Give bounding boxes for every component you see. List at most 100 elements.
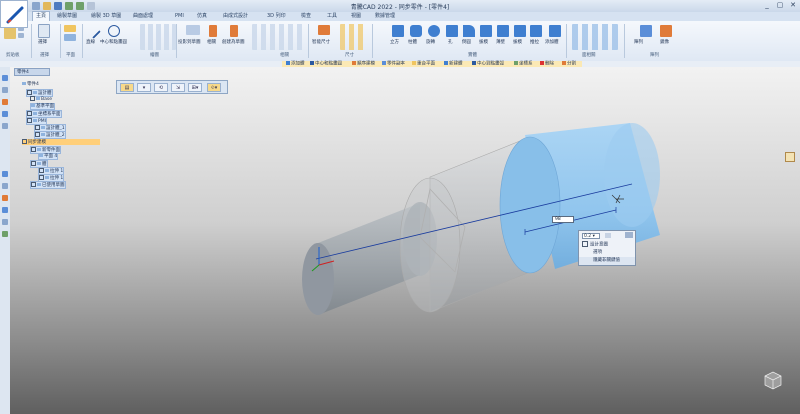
tool-icon-1[interactable]: [2, 171, 8, 177]
tab-surfacing[interactable]: 曲面處理: [130, 12, 156, 21]
add-body-icon[interactable]: [549, 25, 561, 37]
cube-button-label[interactable]: 立方: [390, 39, 399, 45]
design-intent-checkbox[interactable]: 設計意圖: [582, 241, 608, 248]
relation-tools-grid-icon[interactable]: [252, 24, 306, 50]
document-tab[interactable]: 零件4: [14, 68, 50, 76]
pattern-icon[interactable]: [640, 25, 652, 37]
chamfer-button-label[interactable]: 拔模: [479, 39, 488, 45]
mirror-body-button-label[interactable]: 鏡像: [660, 39, 669, 45]
tree-item[interactable]: 已使用草圖: [30, 181, 66, 189]
center-circle-icon[interactable]: [108, 25, 120, 37]
tool-icon-6[interactable]: [2, 231, 8, 237]
features-icon[interactable]: [2, 99, 8, 105]
face-tools-grid-icon[interactable]: [572, 24, 618, 50]
hole-button-label[interactable]: 孔: [448, 39, 453, 45]
view-orientation-button[interactable]: ▾: [137, 83, 151, 92]
tree-item[interactable]: 平面 4: [38, 153, 59, 160]
new-file-icon[interactable]: [32, 2, 40, 10]
tab-view[interactable]: 視圖: [348, 12, 364, 21]
thin-wall-button-label[interactable]: 薄壁: [496, 39, 505, 45]
revolve-button-label[interactable]: 旋轉: [426, 39, 435, 45]
redo-icon[interactable]: [76, 2, 84, 10]
fit-view-button[interactable]: ⇲: [171, 83, 185, 92]
precision-dropdown[interactable]: 0.2 ▾: [582, 233, 600, 239]
dimension-tools-grid-icon[interactable]: [340, 24, 366, 50]
option-label[interactable]: 選項: [593, 249, 602, 255]
plane-options-icon[interactable]: [64, 34, 76, 41]
app-logo[interactable]: [0, 0, 28, 28]
undo-icon[interactable]: [65, 2, 73, 10]
render-mode-button[interactable]: ⟐▾: [207, 83, 221, 92]
select-button-label[interactable]: 選擇: [38, 39, 47, 45]
tab-3d-print[interactable]: 3D 列印: [264, 12, 289, 21]
library-icon[interactable]: [2, 123, 8, 129]
tab-sketch[interactable]: 繪製草圖: [54, 12, 80, 21]
smart-dimension-icon[interactable]: [318, 25, 330, 35]
cube-icon[interactable]: [392, 25, 404, 37]
tab-generative-design[interactable]: 由成式設計: [220, 12, 251, 21]
selection-filter-button[interactable]: ▤: [120, 83, 134, 92]
draft-button-label[interactable]: 拔模: [513, 39, 522, 45]
rotate-view-button[interactable]: ⟲: [154, 83, 168, 92]
mirror-button-label[interactable]: 相關: [207, 39, 216, 45]
pull-icon[interactable]: [530, 25, 542, 37]
maximize-button[interactable]: ▢: [774, 1, 786, 10]
projection-button-label[interactable]: 投影到草圖: [178, 39, 201, 45]
selected-cylinder-face[interactable]: [499, 136, 561, 274]
large-cylinder-back-face[interactable]: [399, 177, 461, 313]
extrude-button-label[interactable]: 柱體: [408, 39, 417, 45]
quick-access-dropdown-icon[interactable]: [87, 2, 95, 10]
path-finder-icon[interactable]: [2, 75, 8, 81]
line-button-label[interactable]: 直線: [86, 39, 95, 45]
smart-dimension-button-label[interactable]: 智能尺寸: [312, 39, 330, 45]
plane-icon[interactable]: [64, 25, 76, 32]
revolve-icon[interactable]: [428, 25, 440, 37]
draw-tools-grid-icon[interactable]: [140, 24, 176, 50]
tab-data-management[interactable]: 數據管理: [372, 12, 398, 21]
pull-button-label[interactable]: 推拉: [530, 39, 539, 45]
tab-pmi[interactable]: PMI: [172, 12, 187, 21]
thin-wall-icon[interactable]: [497, 25, 509, 37]
model-canvas[interactable]: [10, 67, 800, 414]
tool-icon-2[interactable]: [2, 183, 8, 189]
round-icon[interactable]: [463, 25, 475, 37]
line-icon[interactable]: [85, 23, 101, 39]
tool-icon-4[interactable]: [2, 207, 8, 213]
extrude-icon[interactable]: [410, 25, 422, 37]
hide-noncritical-row[interactable]: 隱藏非關鍵值: [579, 257, 635, 265]
open-folder-icon[interactable]: [43, 2, 51, 10]
round-button-label[interactable]: 倒圓: [462, 39, 471, 45]
add-body-button-label[interactable]: 添加體: [545, 39, 559, 45]
center-circle-button-label[interactable]: 中心和點畫圓: [100, 39, 127, 45]
tree-item[interactable]: Base: [30, 96, 52, 102]
mirror-icon[interactable]: [209, 25, 217, 37]
options-icon[interactable]: [625, 232, 633, 238]
minimize-button[interactable]: _: [761, 1, 773, 10]
pattern-button-label[interactable]: 陣列: [634, 39, 643, 45]
close-button[interactable]: ✕: [787, 1, 799, 10]
tree-item[interactable]: 基準平面: [30, 103, 55, 110]
tab-3d-sketch[interactable]: 繪製 3D 草圖: [88, 12, 124, 21]
lock-icon[interactable]: [605, 233, 611, 238]
tool-icon-5[interactable]: [2, 219, 8, 225]
copy-icon[interactable]: [18, 33, 24, 38]
layers-icon[interactable]: [2, 87, 8, 93]
select-arrow-icon[interactable]: [38, 24, 50, 38]
task-pane-icon[interactable]: [785, 152, 795, 162]
save-icon[interactable]: [54, 2, 62, 10]
tree-item[interactable]: 零件4: [22, 82, 39, 87]
3d-viewport[interactable]: [10, 67, 800, 414]
display-style-button[interactable]: ⊞▾: [188, 83, 202, 92]
tree-item-selected[interactable]: 同步建模: [22, 139, 100, 145]
tab-simulation[interactable]: 仿真: [194, 12, 210, 21]
create-sketch-icon[interactable]: [230, 25, 238, 37]
tree-item[interactable]: 設計體_2: [34, 131, 66, 139]
sensors-icon[interactable]: [2, 111, 8, 117]
tool-icon-3[interactable]: [2, 195, 8, 201]
draft-icon[interactable]: [514, 25, 526, 37]
chamfer-icon[interactable]: [480, 25, 492, 37]
selected-cylinder-end-face[interactable]: [604, 123, 660, 227]
view-cube[interactable]: [760, 367, 786, 393]
mirror-body-icon[interactable]: [660, 25, 672, 37]
small-cylinder-front-face[interactable]: [302, 243, 334, 315]
